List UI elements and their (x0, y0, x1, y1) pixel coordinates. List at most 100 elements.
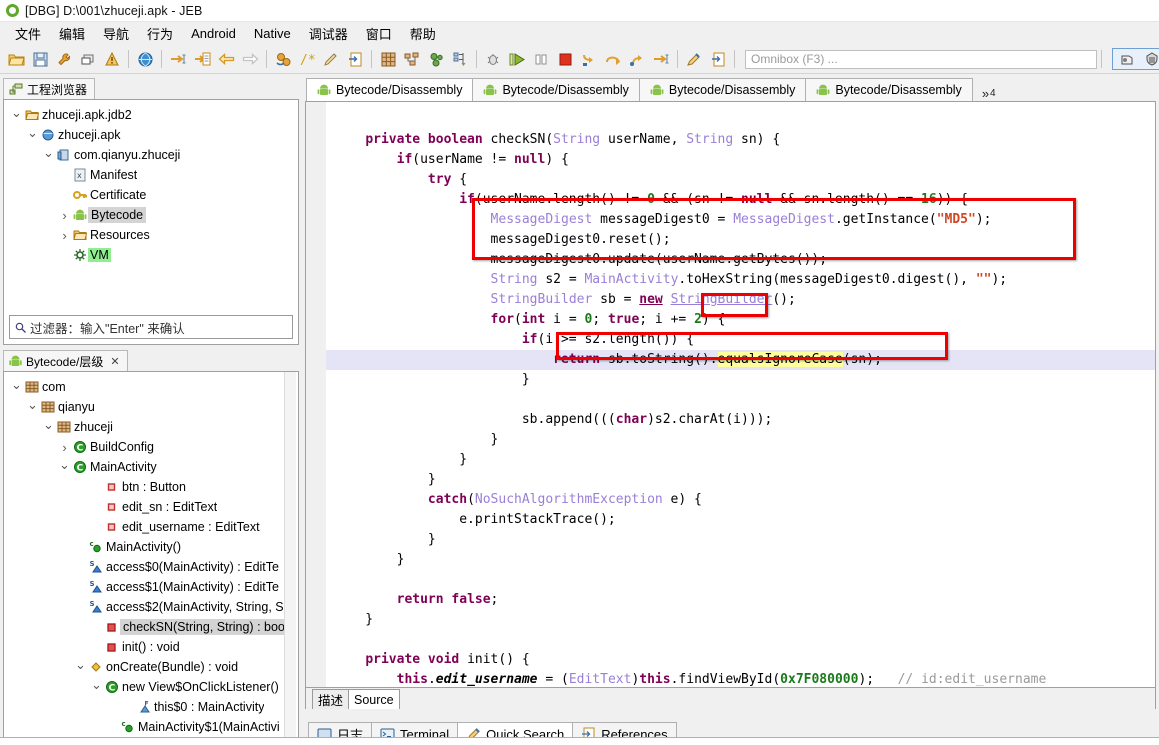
source-tab[interactable]: Source (348, 689, 400, 709)
menu-file[interactable]: 文件 (6, 22, 50, 45)
code-text[interactable]: private boolean checkSN(String userName,… (326, 102, 1155, 687)
tree-node[interactable]: ⌄ zhuceji.apk (4, 125, 298, 145)
tree-node[interactable]: ⌄ com.qianyu.zhuceji (4, 145, 298, 165)
warning-icon[interactable] (100, 47, 124, 71)
run-icon[interactable] (505, 47, 529, 71)
step-over-icon[interactable] (601, 47, 625, 71)
back-arrow-icon[interactable] (214, 47, 238, 71)
menu-window[interactable]: 窗口 (357, 22, 401, 45)
tab-project-explorer[interactable]: 工程浏览器 (3, 78, 96, 99)
project-tree[interactable]: ⌄ zhuceji.apk.jdb2 ⌄ zhuceji.apk ⌄ com.qianyu… (4, 100, 298, 311)
tree-node[interactable]: VM (4, 245, 298, 265)
grid-icon[interactable] (376, 47, 400, 71)
tree-node[interactable]: › C BuildConfig (4, 437, 298, 457)
chevron-down-icon[interactable]: ⌄ (10, 378, 23, 391)
tree-node-label: btn : Button (122, 480, 186, 494)
tree-node[interactable]: x Manifest (4, 165, 298, 185)
debug-bug-icon[interactable] (481, 47, 505, 71)
editor-tab[interactable]: Bytecode/Disassembly (472, 78, 640, 101)
globe-icon[interactable] (133, 47, 157, 71)
menu-native[interactable]: Native (245, 24, 300, 43)
chevron-down-icon[interactable]: ⌄ (10, 106, 23, 119)
tree-node-label: qianyu (58, 400, 95, 414)
chevron-right-icon[interactable]: › (58, 209, 71, 222)
perspective-icon-2[interactable] (1140, 47, 1159, 71)
tree-node[interactable]: c MainActivity() (4, 537, 298, 557)
menu-android[interactable]: Android (182, 24, 245, 43)
tree-node[interactable]: ⌄ Cnew View$OnClickListener() (4, 677, 298, 697)
chevron-down-icon[interactable]: ⌄ (26, 126, 39, 139)
references-icon[interactable] (706, 47, 730, 71)
goto-address-icon[interactable] (166, 47, 190, 71)
hierarchy-tree[interactable]: ⌄ com ⌄ qianyu ⌄ zhuceji › C BuildConfig ⌄ C MainAc… (4, 372, 298, 741)
chevron-right-icon[interactable]: › (58, 441, 71, 454)
tree-node-label: Bytecode (88, 207, 147, 223)
menu-edit[interactable]: 编辑 (50, 22, 94, 45)
editor-tab[interactable]: Bytecode/Disassembly (306, 78, 474, 101)
tree-node[interactable]: checkSN(String, String) : boole (4, 617, 298, 637)
menu-debugger[interactable]: 调试器 (300, 22, 357, 45)
editor-tab-overflow[interactable]: » 4 (982, 87, 996, 101)
tree-node[interactable]: edit_username : EditText (4, 517, 298, 537)
tree-node[interactable]: Saccess$1(MainActivity) : EditTe (4, 577, 298, 597)
window-icon[interactable] (76, 47, 100, 71)
tree-node[interactable]: ⌄ zhuceji.apk.jdb2 (4, 105, 298, 125)
chevron-down-icon[interactable]: ⌄ (42, 418, 55, 431)
pause-icon[interactable] (529, 47, 553, 71)
tree-node[interactable]: ⌄ com (4, 377, 298, 397)
chevron-down-icon[interactable]: ⌄ (90, 678, 103, 691)
tree-node[interactable]: btn : Button (4, 477, 298, 497)
step-into-icon[interactable] (577, 47, 601, 71)
chevron-down-icon[interactable]: ⌄ (42, 146, 55, 159)
chevron-down-icon[interactable]: ⌄ (74, 658, 87, 671)
chevron-down-icon[interactable]: ⌄ (26, 398, 39, 411)
tree-node[interactable]: init() : void (4, 637, 298, 657)
omnibox-input[interactable]: Omnibox (F3) ... (745, 49, 1097, 69)
tree-node[interactable]: Saccess$0(MainActivity) : EditTe (4, 557, 298, 577)
bubbles-icon[interactable] (424, 47, 448, 71)
forward-arrow-icon[interactable] (238, 47, 262, 71)
goto-document-icon[interactable] (190, 47, 214, 71)
code-token: .getInstance( (834, 212, 937, 227)
editor-tab[interactable]: Bytecode/Disassembly (805, 78, 973, 101)
editor-tab[interactable]: Bytecode/Disassembly (638, 78, 807, 101)
tree-node[interactable]: edit_sn : EditText (4, 497, 298, 517)
highlight-pen-icon[interactable] (682, 47, 706, 71)
wrench-icon[interactable] (52, 47, 76, 71)
code-view[interactable]: private boolean checkSN(String userName,… (306, 102, 1155, 687)
refactor-icon[interactable] (271, 47, 295, 71)
tree-node[interactable]: ⌄ onCreate(Bundle) : void (4, 657, 298, 677)
chevron-down-icon[interactable]: ⌄ (58, 458, 71, 471)
tree-node[interactable]: ⌄ qianyu (4, 397, 298, 417)
step-out-icon[interactable] (625, 47, 649, 71)
stop-icon[interactable] (553, 47, 577, 71)
export-icon[interactable] (343, 47, 367, 71)
tree-node[interactable]: › Resources (4, 225, 298, 245)
code-line: String s2 = MainActivity.toHexString(mes… (326, 270, 1155, 290)
tree-node[interactable]: › Bytecode (4, 205, 298, 225)
chevron-right-icon[interactable]: › (58, 229, 71, 242)
tree-node[interactable]: c MainActivity$1(MainActivi (4, 717, 298, 737)
hierarchy-icon[interactable] (448, 47, 472, 71)
close-icon[interactable]: ✕ (110, 355, 119, 368)
open-folder-icon[interactable] (4, 47, 28, 71)
edit-pencil-icon[interactable] (319, 47, 343, 71)
omnibox-placeholder: Omnibox (F3) ... (751, 52, 838, 66)
source-tab[interactable]: 描述 (312, 689, 350, 709)
menu-navigate[interactable]: 导航 (94, 22, 138, 45)
tree-node[interactable]: Certificate (4, 185, 298, 205)
run-to-cursor-icon[interactable] (649, 47, 673, 71)
tree-node[interactable]: ⌄ C MainActivity (4, 457, 298, 477)
tab-bytecode-hierarchy[interactable]: Bytecode/层级 ✕ (3, 350, 128, 371)
tree-node[interactable]: Fthis$0 : MainActivity (4, 697, 298, 717)
comment-icon[interactable]: /* (295, 47, 319, 71)
hierarchy-scrollbar[interactable] (284, 372, 296, 741)
perspective-icon-1[interactable] (1115, 47, 1139, 71)
menu-help[interactable]: 帮助 (401, 22, 445, 45)
tree-node[interactable]: ⌄ zhuceji (4, 417, 298, 437)
menu-action[interactable]: 行为 (138, 22, 182, 45)
graph-icon[interactable] (400, 47, 424, 71)
tree-node[interactable]: Saccess$2(MainActivity, String, S (4, 597, 298, 617)
save-icon[interactable] (28, 47, 52, 71)
project-filter-input[interactable]: 过滤器：输入"Enter" 来确认 (9, 315, 293, 339)
